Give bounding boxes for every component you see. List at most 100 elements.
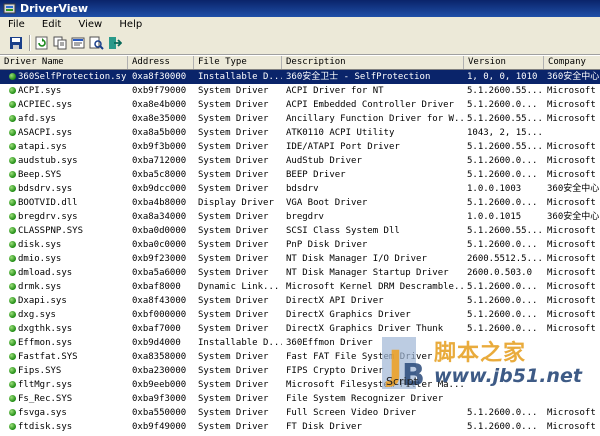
table-row[interactable]: dxgthk.sys 0xbaf7000 System Driver DirectX … — [0, 322, 600, 336]
cell-driver-name: fltMgr.sys — [18, 380, 73, 390]
cell-description: bregdrv — [286, 212, 324, 222]
cell-company: 360安全中心 — [547, 184, 600, 194]
cell-driver-name: BOOTVID.dll — [18, 198, 78, 208]
table-row[interactable]: BOOTVID.dll 0xba4b8000 Display Driver VGA B… — [0, 196, 600, 210]
menu-bar: File Edit View Help — [0, 17, 600, 32]
driver-status-icon — [9, 409, 16, 416]
window-title: DriverView — [20, 2, 89, 15]
menu-edit[interactable]: Edit — [34, 17, 67, 32]
cell-address: 0xbaf7000 — [132, 324, 181, 334]
cell-address: 0xa8a5b000 — [132, 128, 187, 138]
cell-driver-name: afd.sys — [18, 114, 56, 124]
cell-company: Microsoft Co — [547, 100, 600, 110]
refresh-icon[interactable] — [34, 35, 50, 51]
cell-version: 5.1.2600.55... — [467, 114, 543, 124]
column-header-row: Driver Name Address File Type Descriptio… — [0, 56, 600, 70]
table-row[interactable]: ACPIEC.sys 0xa8e4b000 System Driver ACPI Em… — [0, 98, 600, 112]
table-row[interactable]: 360SelfProtection.sys 0xa8f30000 Installab… — [0, 70, 600, 84]
table-row[interactable]: Beep.SYS 0xba5c8000 System Driver BEEP Driv… — [0, 168, 600, 182]
cell-version: 5.1.2600.0... — [467, 240, 538, 250]
table-row[interactable]: atapi.sys 0xb9f3b000 System Driver IDE/ATAP… — [0, 140, 600, 154]
column-header-description[interactable]: Description — [282, 56, 464, 69]
cell-description: Microsoft Kernel DRM Descramble... — [286, 282, 464, 292]
cell-version: 1.0.0.1003 — [467, 184, 522, 194]
cell-address: 0xbaf8000 — [132, 282, 181, 292]
cell-driver-name: bdsdrv.sys — [18, 184, 73, 194]
driver-status-icon — [9, 381, 16, 388]
column-header-company[interactable]: Company — [544, 56, 600, 69]
driver-status-icon — [9, 115, 16, 122]
cell-address: 0xa8a34000 — [132, 212, 187, 222]
cell-description: SCSI Class System Dll — [286, 226, 400, 236]
driver-status-icon — [9, 297, 16, 304]
driver-status-icon — [9, 157, 16, 164]
cell-file-type: System Driver — [198, 296, 269, 306]
find-icon[interactable] — [88, 35, 104, 51]
cell-description: NT Disk Manager Startup Driver — [286, 268, 449, 278]
cell-version: 5.1.2600.0... — [467, 100, 538, 110]
cell-file-type: Dynamic Link... — [198, 282, 280, 292]
table-row[interactable]: dmio.sys 0xb9f23000 System Driver NT Disk M… — [0, 252, 600, 266]
cell-version: 1043, 2, 15... — [467, 128, 543, 138]
menu-view[interactable]: View — [70, 17, 108, 32]
cell-driver-name: dxgthk.sys — [18, 324, 73, 334]
cell-company: Microsoft Co — [547, 170, 600, 180]
column-header-file-type[interactable]: File Type — [194, 56, 282, 69]
cell-file-type: Installable D... — [198, 338, 282, 348]
table-row[interactable]: audstub.sys 0xba712000 System Driver AudStu… — [0, 154, 600, 168]
cell-address: 0xa8f30000 — [132, 72, 187, 82]
cell-description: DirectX API Driver — [286, 296, 384, 306]
cell-description: DirectX Graphics Driver Thunk — [286, 324, 444, 334]
save-icon[interactable] — [8, 35, 24, 51]
table-row[interactable]: drmk.sys 0xbaf8000 Dynamic Link... Microsof… — [0, 280, 600, 294]
driver-status-icon — [9, 171, 16, 178]
cell-file-type: System Driver — [198, 408, 269, 418]
table-row[interactable]: dxg.sys 0xbf000000 System Driver DirectX Gr… — [0, 308, 600, 322]
cell-description: VGA Boot Driver — [286, 198, 368, 208]
cell-version: 5.1.2600.55... — [467, 86, 543, 96]
cell-file-type: System Driver — [198, 240, 269, 250]
cell-version: 5.1.2600.0... — [467, 296, 538, 306]
cell-address: 0xba9f3000 — [132, 394, 187, 404]
cell-company: Microsoft Co — [547, 86, 600, 96]
column-header-version[interactable]: Version — [464, 56, 544, 69]
menu-help[interactable]: Help — [111, 17, 148, 32]
driver-status-icon — [9, 269, 16, 276]
cell-driver-name: Dxapi.sys — [18, 296, 67, 306]
exit-icon[interactable] — [106, 35, 122, 51]
cell-description: ATK0110 ACPI Utility — [286, 128, 395, 138]
table-row[interactable]: afd.sys 0xa8e35000 System Driver Ancillary … — [0, 112, 600, 126]
table-row[interactable]: ACPI.sys 0xb9f79000 System Driver ACPI Driv… — [0, 84, 600, 98]
toolbar-separator — [29, 35, 31, 51]
driver-status-icon — [9, 185, 16, 192]
copy-icon[interactable] — [52, 35, 68, 51]
driver-status-icon — [9, 283, 16, 290]
table-row[interactable]: disk.sys 0xba0c0000 System Driver PnP Disk … — [0, 238, 600, 252]
cell-company: Microsoft Co — [547, 156, 600, 166]
properties-icon[interactable] — [70, 35, 86, 51]
table-row[interactable]: bdsdrv.sys 0xb9dcc000 System Driver bdsdrv 1… — [0, 182, 600, 196]
menu-file[interactable]: File — [0, 17, 31, 32]
table-row[interactable]: Dxapi.sys 0xa8f43000 System Driver DirectX … — [0, 294, 600, 308]
cell-version: 2600.0.503.0 — [467, 268, 533, 278]
cell-description: Ancillary Function Driver for W... — [286, 114, 464, 124]
cell-driver-name: Fips.SYS — [18, 366, 62, 376]
table-row[interactable]: dmload.sys 0xba5a6000 System Driver NT Disk… — [0, 266, 600, 280]
cell-company: Microsoft Co — [547, 226, 600, 236]
cell-description: IDE/ATAPI Port Driver — [286, 142, 400, 152]
column-header-driver-name[interactable]: Driver Name — [0, 56, 128, 69]
cell-description: AudStub Driver — [286, 156, 362, 166]
column-header-address[interactable]: Address — [128, 56, 194, 69]
driver-status-icon — [9, 367, 16, 374]
title-bar: DriverView — [0, 0, 600, 17]
cell-company: Microsoft Co — [547, 240, 600, 250]
watermark-site-name: 脚本之家 — [434, 341, 527, 366]
cell-file-type: System Driver — [198, 380, 269, 390]
cell-address: 0xba0d0000 — [132, 226, 187, 236]
cell-description: ACPI Embedded Controller Driver — [286, 100, 454, 110]
table-row[interactable]: ASACPI.sys 0xa8a5b000 System Driver ATK0110… — [0, 126, 600, 140]
table-row[interactable]: CLASSPNP.SYS 0xba0d0000 System Driver SCSI … — [0, 224, 600, 238]
watermark-site-url: www.jb51.net — [434, 365, 582, 387]
cell-file-type: System Driver — [198, 268, 269, 278]
table-row[interactable]: bregdrv.sys 0xa8a34000 System Driver bregdr… — [0, 210, 600, 224]
